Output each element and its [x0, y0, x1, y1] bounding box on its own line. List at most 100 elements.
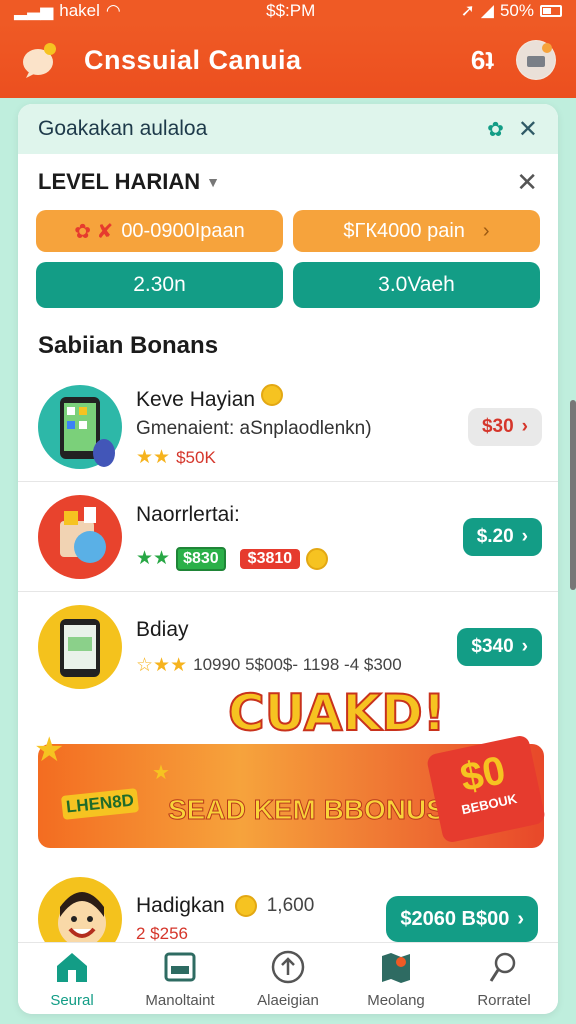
chevron-right-icon: ›: [517, 907, 524, 930]
ticket-tag: $3810: [239, 548, 301, 569]
level-title: LEVEL HARIAN: [38, 169, 201, 194]
star-icon: ☆★★: [136, 654, 188, 676]
level-option-1-button[interactable]: ✿ ✘ 00-0900Ipaan: [36, 210, 283, 252]
search-icon: [489, 952, 516, 982]
level-option-4-button[interactable]: 3.0Vaeh: [293, 262, 540, 308]
nav-item-profile[interactable]: Rorratel: [454, 948, 554, 1009]
price-label: $340: [471, 636, 514, 657]
nav-item-map[interactable]: Meolang: [346, 948, 446, 1009]
item-name: Naorrlertai:: [136, 502, 240, 526]
item-subtitle: Gmenaient: aSnplaodlenkn): [136, 418, 372, 439]
level-close-icon[interactable]: ✕: [516, 167, 538, 198]
item-body: Keve Hayian Gmenaient: aSnplaodlenkn) ★★…: [136, 384, 468, 469]
item-meta: ☆★★ 10990 5$00$- 1198 -4 $300: [136, 654, 457, 677]
coin-icon: [306, 547, 329, 570]
item-meta: ★★ $50K: [136, 446, 468, 469]
star-icon: ★★: [136, 447, 171, 468]
map-icon: [382, 953, 410, 983]
card-header: Goakakan aulaloa ✿ ✕: [18, 104, 558, 154]
level-buttons: ✿ ✘ 00-0900Ipaan $ГК4000 pain › 2.30n 3.…: [18, 210, 558, 308]
item-meta: ★★ $830 $3810: [136, 546, 463, 571]
nav-label: Meolang: [367, 992, 425, 1009]
item-body: Bdiay ☆★★ 10990 5$00$- 1198 -4 $300: [136, 618, 457, 677]
level-option-1-label: 00-0900Ipaan: [121, 219, 245, 242]
close-icon[interactable]: ✕: [518, 115, 538, 144]
panel-actions: ✿ ✕: [487, 115, 538, 144]
chevron-down-icon[interactable]: ▼: [206, 174, 220, 190]
main-card: Goakakan aulaloa ✿ ✕ LEVEL HARIAN ▼ ✕ ✿ …: [18, 104, 558, 1014]
store-icon: [164, 952, 196, 982]
level-option-2-button[interactable]: $ГК4000 pain ›: [293, 210, 540, 252]
banner-title: CUAKD!: [227, 683, 447, 743]
item-body: Hadigkan 1,600 2 $256: [136, 894, 386, 944]
coin-icon: [234, 895, 257, 917]
level-option-3-button[interactable]: 2.30n: [36, 262, 283, 308]
smiley-coin-icon: [260, 384, 283, 406]
bonus-section-title: Sabiian Bonans: [38, 332, 219, 359]
price-button[interactable]: $340 ›: [457, 628, 542, 666]
bottom-nav: Seural Manoltaint Alaeigian Meolang Rorr…: [18, 942, 558, 1014]
signal-strength-icon: ◢: [480, 1, 494, 20]
signal-icon: ▂▃▅: [14, 1, 54, 20]
gift-icon: ✿ ✘: [74, 220, 114, 243]
header-actions: 6ʇ: [471, 40, 556, 80]
chevron-right-icon: ›: [482, 219, 490, 242]
nav-item-store[interactable]: Manoltaint: [130, 948, 230, 1009]
star-icon: ★★: [136, 548, 171, 569]
banner-subtitle: SEAD KEM BBONUS: [168, 794, 446, 826]
nav-label: Alaeigian: [257, 992, 319, 1009]
level-row: LEVEL HARIAN ▼ ✕: [18, 154, 558, 210]
chevron-right-icon: ›: [521, 525, 528, 547]
nav-item-upload[interactable]: Alaeigian: [238, 948, 338, 1009]
item-name-text: Hadigkan: [136, 894, 225, 917]
avatar[interactable]: [516, 40, 556, 80]
app-header: Cnssuial Canuia 6ʇ: [0, 22, 576, 98]
banner-star-icon: ★: [34, 731, 65, 769]
scrollbar[interactable]: [570, 400, 576, 590]
item-name: Bdiay: [136, 617, 189, 641]
status-bar: ▂▃▅ hakel ◠ $$:PM ➚ ◢ 50%: [0, 0, 576, 22]
battery-label: 50%: [499, 1, 534, 20]
app-logo-icon[interactable]: [20, 40, 60, 80]
chevron-right-icon: ›: [521, 415, 528, 437]
battery-icon: [540, 5, 562, 17]
nav-label: Manoltaint: [145, 992, 215, 1009]
location-icon: ➚: [460, 1, 475, 20]
home-icon: [57, 953, 87, 982]
game-app-icon: [38, 494, 122, 579]
app-title: Cnssuial Canuia: [84, 44, 302, 75]
price-label: $2060 B$00: [400, 907, 510, 930]
price-button[interactable]: $2060 B$00 ›: [386, 896, 538, 942]
nav-item-home[interactable]: Seural: [22, 948, 122, 1009]
item-name: Hadigkan 1,600: [136, 894, 386, 918]
banner-star-icon: ★: [152, 762, 170, 784]
clock: $$:PM: [266, 1, 316, 20]
price-button[interactable]: $.20 ›: [462, 517, 542, 556]
wifi-icon: ◠: [105, 1, 121, 20]
status-left: ▂▃▅ hakel ◠: [14, 1, 121, 21]
price-label: $30: [481, 415, 514, 437]
item-body: Naorrlertai: ★★ $830 $3810: [136, 503, 463, 571]
phone-app-icon: [38, 384, 122, 469]
list-item[interactable]: Keve Hayian Gmenaient: aSnplaodlenkn) ★★…: [18, 372, 558, 482]
sync-icon[interactable]: 6ʇ: [471, 45, 494, 76]
upload-icon: [271, 950, 305, 984]
settings-icon[interactable]: ✿: [487, 117, 504, 142]
item-meta-text: 10990 5$00$- 1198 -4 $300: [193, 655, 402, 674]
list-item[interactable]: Naorrlertai: ★★ $830 $3810 $.20 ›: [18, 482, 558, 592]
item-meta-text: $50K: [176, 447, 216, 467]
panel-title: Goakakan aulaloa: [38, 117, 208, 140]
phone-app-icon: [38, 605, 122, 689]
carrier-label: hakel: [59, 1, 100, 20]
price-button[interactable]: $30 ›: [467, 407, 542, 446]
price-label: $.20: [476, 525, 514, 547]
coin-count: 1,600: [266, 895, 315, 916]
item-meta: 2 $256: [136, 924, 188, 943]
chevron-right-icon: ›: [521, 636, 528, 657]
status-right: ➚ ◢ 50%: [461, 1, 562, 21]
item-name: Keve Hayian: [136, 384, 468, 412]
bonus-tag: $830: [176, 546, 226, 571]
level-option-2-label: $ГК4000 pain: [343, 219, 465, 242]
nav-label: Rorratel: [477, 992, 531, 1009]
nav-label: Seural: [50, 992, 94, 1009]
